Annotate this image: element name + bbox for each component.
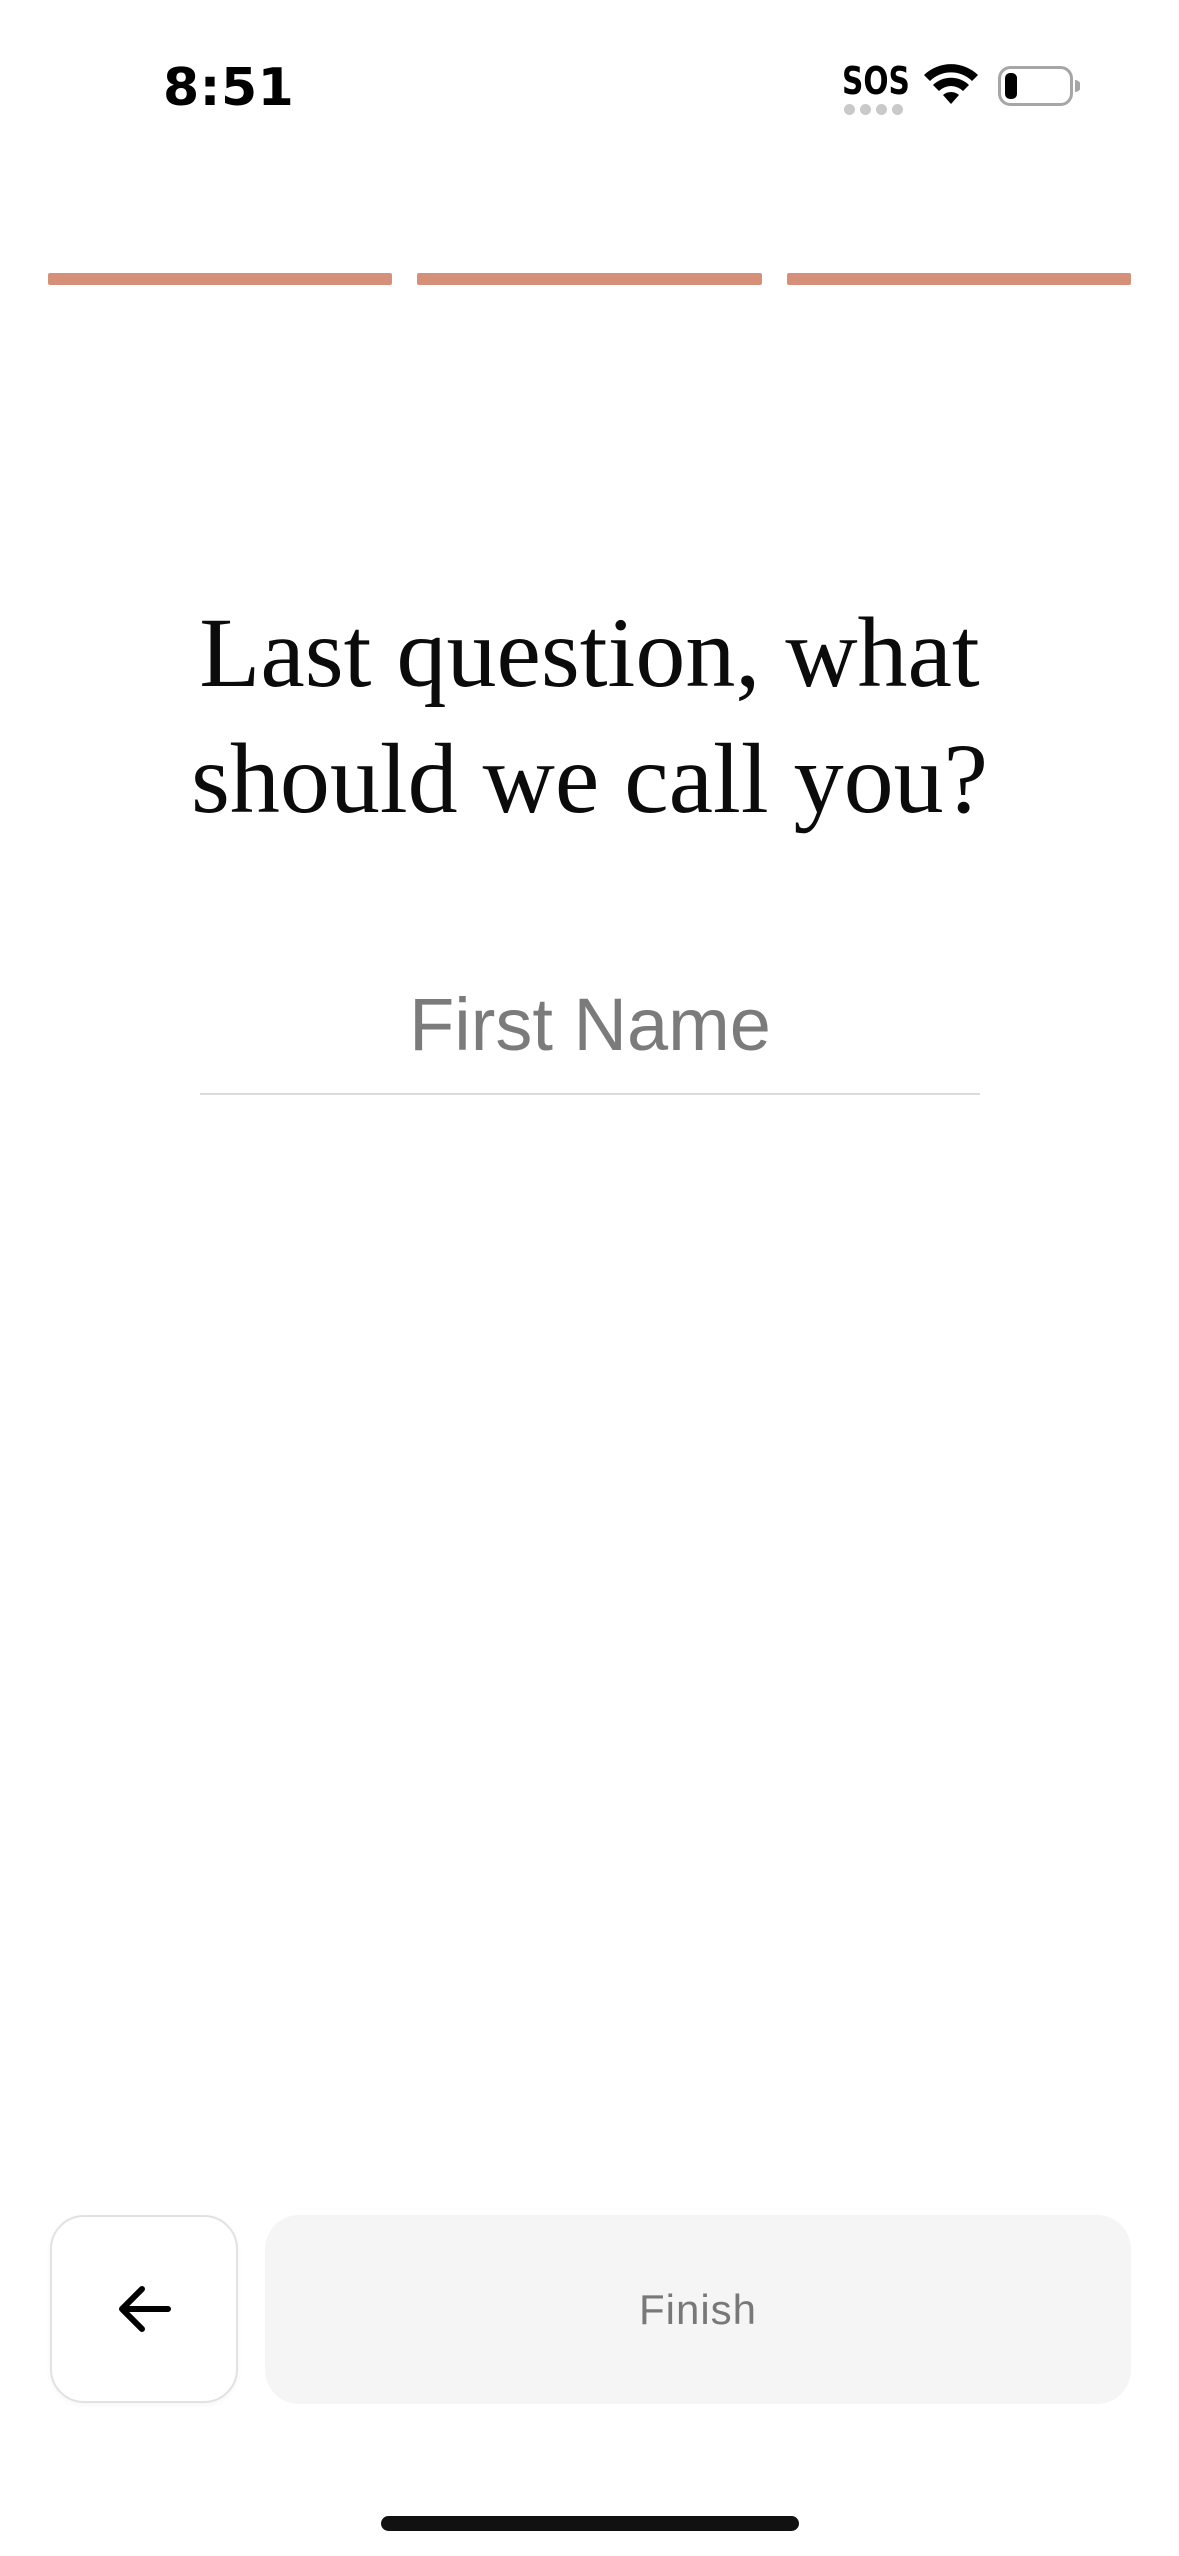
back-button[interactable] xyxy=(50,2215,238,2403)
question-title: Last question, what should we call you? xyxy=(190,597,989,834)
step-progress xyxy=(48,273,1131,285)
wifi-icon xyxy=(924,64,978,104)
progress-segment-2 xyxy=(417,273,762,285)
home-indicator[interactable] xyxy=(381,2516,799,2531)
battery-icon xyxy=(998,66,1080,106)
finish-button[interactable]: Finish xyxy=(265,2215,1131,2404)
sos-indicator: SOS xyxy=(842,59,910,118)
first-name-input[interactable] xyxy=(200,955,980,1095)
arrow-left-icon xyxy=(119,2286,171,2332)
progress-segment-3 xyxy=(786,273,1131,285)
signal-dots xyxy=(844,104,903,115)
progress-segment-1 xyxy=(48,273,393,285)
sos-label: SOS xyxy=(842,59,910,103)
status-time: 8:51 xyxy=(163,58,295,118)
